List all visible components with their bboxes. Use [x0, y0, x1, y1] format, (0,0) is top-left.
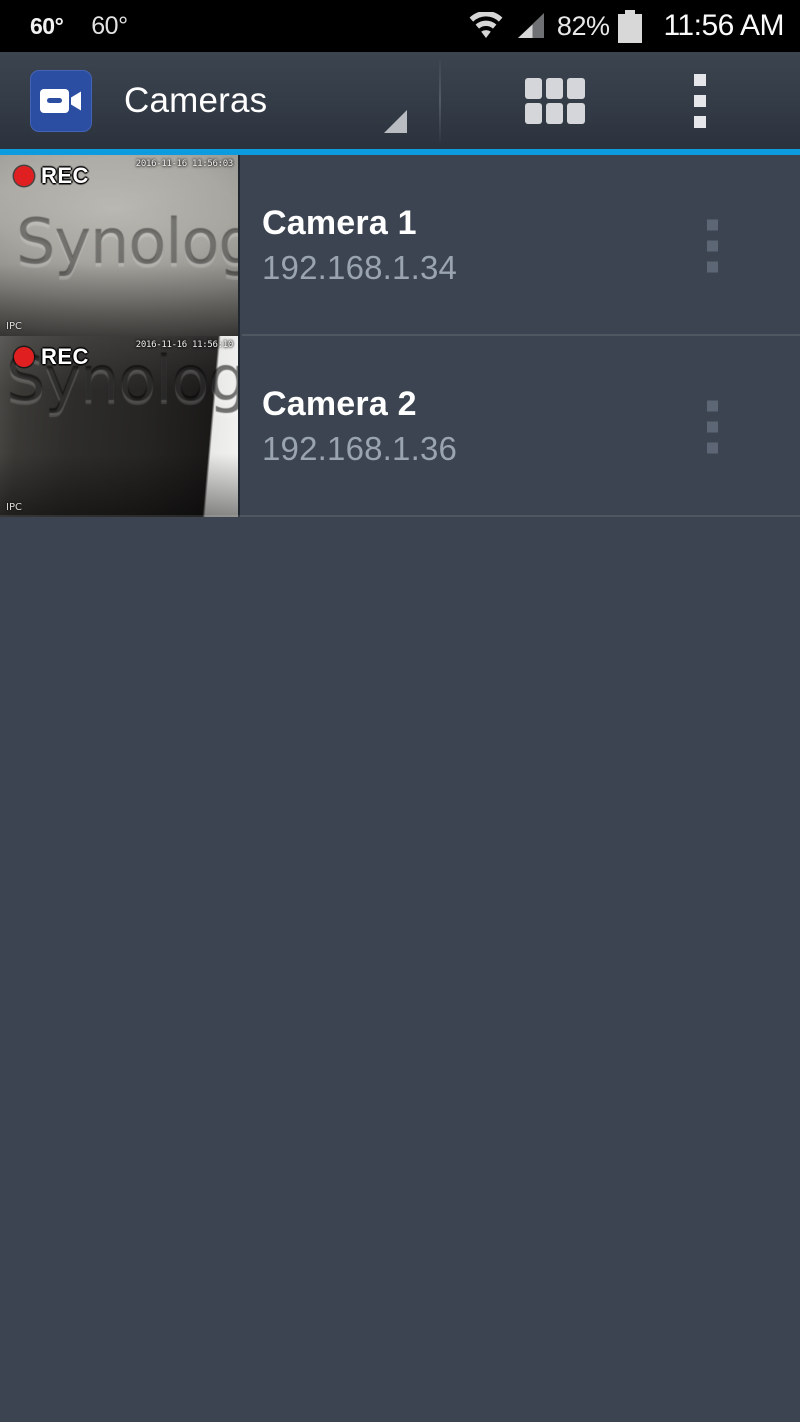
- status-bar: 60° 60° 82% 11:56 AM: [0, 0, 800, 52]
- row-overflow-menu-icon[interactable]: [691, 209, 734, 282]
- table-row[interactable]: Synology REC 2016-11-16 11:56:03 IPC Cam…: [0, 155, 800, 336]
- camera-name: Camera 1: [262, 204, 417, 242]
- status-bar-indicators: 82% 11:56 AM: [468, 9, 784, 43]
- thumbnail-emboss-text: Synology: [16, 207, 238, 280]
- camera-ip-address: 192.168.1.34: [262, 249, 458, 286]
- battery-icon: [618, 9, 643, 43]
- recording-label: REC: [41, 163, 89, 188]
- page-title: Cameras: [124, 80, 268, 120]
- record-dot-icon: [14, 347, 34, 367]
- table-row[interactable]: Synology REC 2016-11-16 11:56:10 IPC Cam…: [0, 336, 800, 517]
- camera-name: Camera 2: [262, 385, 417, 423]
- recording-label: REC: [41, 344, 89, 369]
- temperature-secondary: 60°: [91, 11, 128, 40]
- thumbnail-timestamp: 2016-11-16 11:56:10: [135, 340, 234, 350]
- weather-temperatures: 60° 60°: [30, 12, 128, 41]
- grid-view-icon[interactable]: [524, 77, 585, 124]
- temperature-primary: 60°: [30, 12, 64, 39]
- row-overflow-menu-icon[interactable]: [691, 390, 734, 463]
- recording-badge: REC: [14, 163, 89, 189]
- camera-ip-address: 192.168.1.36: [262, 430, 458, 467]
- thumbnail-source-label: IPC: [6, 502, 22, 513]
- camera-thumbnail[interactable]: Synology REC 2016-11-16 11:56:10 IPC: [0, 336, 240, 517]
- camera-list: Synology REC 2016-11-16 11:56:03 IPC Cam…: [0, 155, 800, 517]
- recording-badge: REC: [14, 344, 89, 370]
- camera-row-text: Camera 1 192.168.1.34: [262, 204, 457, 287]
- camera-thumbnail[interactable]: Synology REC 2016-11-16 11:56:03 IPC: [0, 155, 240, 336]
- thumbnail-source-label: IPC: [6, 321, 22, 332]
- app-spinner[interactable]: Cameras: [0, 52, 441, 149]
- camera-row-body[interactable]: Camera 1 192.168.1.34: [240, 155, 800, 336]
- camera-row-body[interactable]: Camera 2 192.168.1.36: [240, 336, 800, 517]
- thumbnail-timestamp: 2016-11-16 11:56:03: [135, 159, 234, 169]
- dropdown-caret-icon: [384, 110, 407, 133]
- camcorder-app-icon: [30, 69, 92, 132]
- row-divider: [0, 515, 800, 517]
- app-bar: Cameras: [0, 52, 800, 149]
- status-bar-clock: 11:56 AM: [663, 9, 784, 42]
- overflow-menu-icon[interactable]: [672, 68, 728, 134]
- cellular-signal-icon: [515, 12, 546, 40]
- record-dot-icon: [14, 166, 34, 186]
- battery-percentage: 82%: [556, 10, 610, 41]
- camera-row-text: Camera 2 192.168.1.36: [262, 385, 457, 468]
- app-bar-separator: [439, 60, 441, 142]
- app-bar-actions: [441, 52, 800, 149]
- wifi-icon: [468, 12, 504, 40]
